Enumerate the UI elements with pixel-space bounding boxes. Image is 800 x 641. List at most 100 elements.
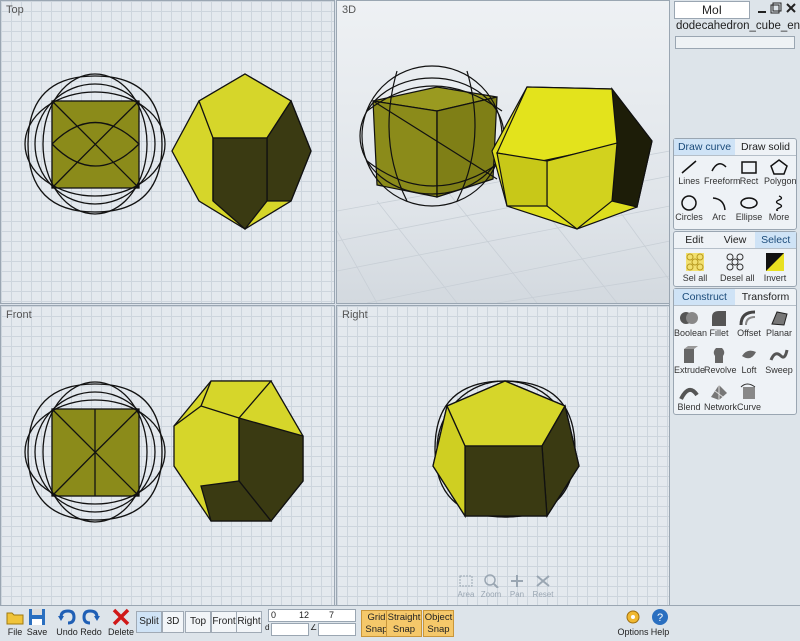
- coordinate-input-row[interactable]: 0 12 7: [268, 609, 356, 622]
- grid-snap-sublabel: Snap: [365, 624, 388, 635]
- help-icon: ?: [652, 609, 668, 625]
- deselect-all-icon: [726, 253, 744, 271]
- nav-reset-control[interactable]: Reset: [531, 574, 555, 599]
- tab-view[interactable]: View: [715, 232, 756, 248]
- straight-snap-button[interactable]: Straight Snap: [386, 610, 422, 637]
- planar-icon: [771, 311, 788, 326]
- boolean-icon: [680, 312, 698, 324]
- freeform-label: Freeform: [704, 176, 741, 186]
- select-all-tool[interactable]: Sel all: [680, 250, 710, 286]
- redo-icon: [82, 609, 100, 625]
- select-all-icon: [686, 253, 704, 271]
- draw-group: Draw curve Draw solid Lines Freeform Rec…: [673, 138, 797, 230]
- file-name: dodecahedron_cube_en...: [676, 20, 800, 32]
- distance-input[interactable]: [271, 623, 309, 636]
- blend-tool[interactable]: Blend: [674, 381, 704, 417]
- view-right-button[interactable]: Right: [236, 611, 262, 633]
- delete-button[interactable]: Delete: [106, 608, 136, 640]
- bottom-toolbar: File Save Undo Redo Delete Split 3D Top …: [0, 605, 800, 641]
- object-snap-label: Object: [424, 612, 453, 623]
- nav-pan-label: Pan: [509, 590, 525, 599]
- polygon-label: Polygon: [764, 176, 797, 186]
- viewport-top[interactable]: Top: [0, 0, 335, 304]
- nav-zoom-control[interactable]: Zoom: [479, 574, 503, 599]
- loft-icon: [742, 350, 756, 359]
- revolve-icon: [713, 348, 725, 363]
- offset-icon: [739, 310, 756, 326]
- invert-icon: [766, 253, 784, 271]
- delete-icon: [112, 608, 130, 626]
- extrude-icon: [684, 346, 698, 363]
- boolean-label: Boolean: [674, 328, 708, 338]
- rect-icon: [741, 161, 757, 174]
- curve-icon: [740, 383, 756, 399]
- viewport-front[interactable]: Front: [0, 305, 335, 607]
- view-split-button[interactable]: Split: [136, 611, 162, 633]
- lines-tool[interactable]: Lines: [674, 157, 704, 193]
- view-top-button[interactable]: Top: [185, 611, 211, 633]
- tab-draw-curve[interactable]: Draw curve: [674, 139, 735, 155]
- save-button[interactable]: Save: [22, 608, 52, 640]
- nav-area-control[interactable]: Area: [454, 574, 478, 599]
- viewport-right[interactable]: Right Area Zoom Pan Reset: [336, 305, 671, 607]
- extrude-tool[interactable]: Extrude: [674, 344, 706, 380]
- straight-snap-label: Straight: [387, 612, 421, 623]
- more-label: More: [768, 212, 790, 222]
- object-snap-button[interactable]: Object Snap: [423, 610, 454, 637]
- tab-construct[interactable]: Construct: [674, 289, 735, 305]
- viewport-3d[interactable]: 3D: [336, 0, 671, 304]
- line-icon: [681, 160, 697, 174]
- close-icon[interactable]: [785, 2, 797, 14]
- tab-draw-solid[interactable]: Draw solid: [735, 139, 796, 155]
- rect-tool[interactable]: Rect: [734, 157, 764, 193]
- offset-tool[interactable]: Offset: [734, 307, 764, 343]
- circle-icon: [681, 195, 697, 211]
- freeform-tool[interactable]: Freeform: [704, 157, 741, 193]
- front-view-drawing: [24, 380, 304, 523]
- sweep-icon: [769, 349, 789, 361]
- nav-zoom-label: Zoom: [480, 590, 502, 599]
- invert-tool[interactable]: Invert: [760, 250, 790, 286]
- extrude-label: Extrude: [674, 365, 706, 375]
- sweep-tool[interactable]: Sweep: [764, 344, 794, 380]
- planar-tool[interactable]: Planar: [764, 307, 794, 343]
- arc-icon: [712, 197, 726, 211]
- command-input[interactable]: [675, 36, 795, 49]
- lines-label: Lines: [678, 176, 700, 186]
- fillet-tool[interactable]: Fillet: [704, 307, 734, 343]
- construct-group: Construct Transform Boolean Fillet Offse…: [673, 288, 797, 415]
- polygon-tool[interactable]: Polygon: [764, 157, 797, 193]
- nav-pan-control[interactable]: Pan: [505, 574, 529, 599]
- tab-transform[interactable]: Transform: [735, 289, 796, 305]
- more-tool[interactable]: More: [764, 193, 794, 229]
- deselect-all-tool[interactable]: Desel all: [720, 250, 755, 286]
- view-front-button[interactable]: Front: [211, 611, 237, 633]
- coord-x: 0: [271, 610, 277, 620]
- save-icon: [29, 609, 45, 625]
- circles-label: Circles: [675, 212, 703, 222]
- revolve-tool[interactable]: Revolve: [704, 344, 737, 380]
- ellipse-tool[interactable]: Ellipse: [734, 193, 764, 229]
- coord-y: 12: [299, 610, 310, 620]
- circles-tool[interactable]: Circles: [674, 193, 704, 229]
- angle-input[interactable]: [318, 623, 356, 636]
- tab-select[interactable]: Select: [755, 232, 797, 248]
- svg-text:?: ?: [657, 612, 663, 624]
- curve-tool[interactable]: Curve: [734, 381, 764, 417]
- right-view-drawing: [432, 380, 580, 519]
- arc-tool[interactable]: Arc: [704, 193, 734, 229]
- boolean-tool[interactable]: Boolean: [674, 307, 708, 343]
- ellipse-icon: [740, 197, 758, 209]
- angle-prefix: ∠: [310, 623, 318, 632]
- help-button[interactable]: ? Help: [645, 608, 675, 640]
- nav-reset-label: Reset: [532, 590, 554, 599]
- redo-button[interactable]: Redo: [76, 608, 106, 640]
- restore-icon[interactable]: [770, 2, 782, 14]
- perspective-view-drawing: [337, 65, 670, 303]
- loft-tool[interactable]: Loft: [734, 344, 764, 380]
- edit-group: Edit View Select Sel all Desel all Inver…: [673, 231, 797, 287]
- minimize-icon[interactable]: [756, 2, 768, 14]
- tab-edit[interactable]: Edit: [674, 232, 715, 248]
- view-3d-button[interactable]: 3D: [162, 611, 184, 633]
- network-tool[interactable]: Network: [704, 381, 737, 417]
